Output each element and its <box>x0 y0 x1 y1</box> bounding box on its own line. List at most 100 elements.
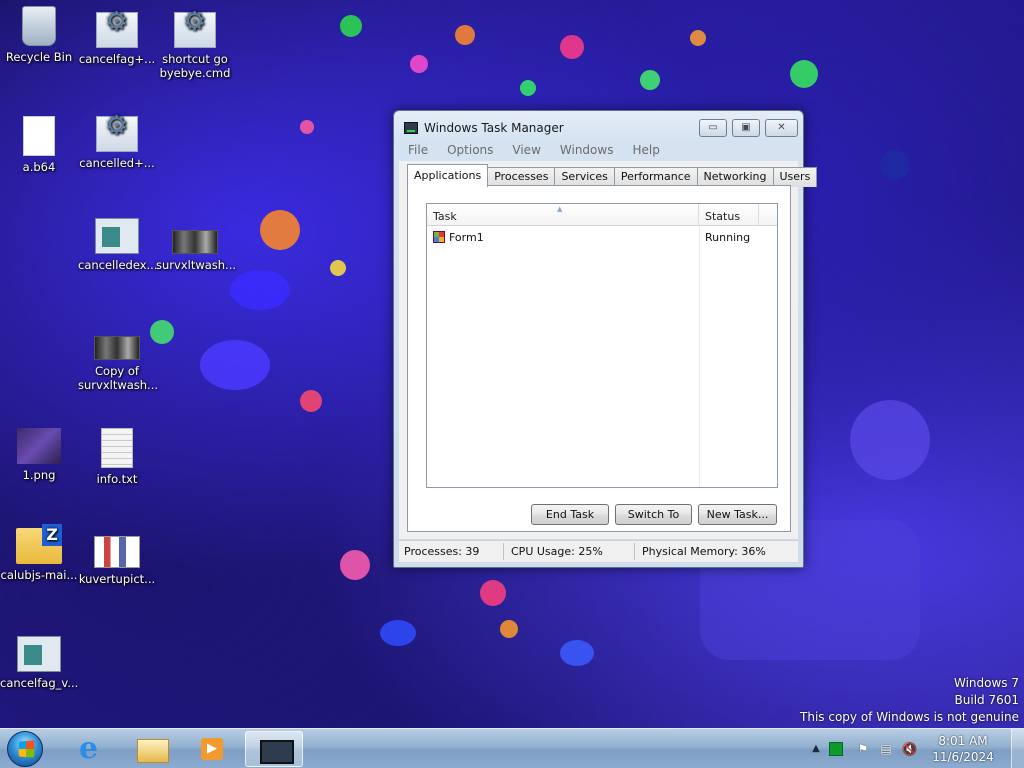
column-header-status[interactable]: Status <box>699 204 759 226</box>
applications-panel: Task ▲ Status Form1 Running End Task Swi… <box>407 185 791 532</box>
desktop-icon-label: Copy of survxltwash... <box>78 364 159 392</box>
application-window-icon <box>433 231 445 243</box>
close-button[interactable]: ✕ <box>765 119 798 137</box>
watermark-genuine-notice: This copy of Windows is not genuine <box>800 710 1019 724</box>
taskbar: ▲ ⚑ ▤ 🔇 8:01 AM 11/6/2024 <box>0 728 1024 768</box>
cpu-usage: CPU Usage: 25% <box>511 545 603 558</box>
column-divider <box>699 226 700 487</box>
desktop-icon-label: shortcut go byebye.cmd <box>159 52 231 80</box>
column-label: Task <box>433 210 457 223</box>
task-manager-window: Windows Task Manager ▭ ▣ ✕ File Options … <box>393 110 818 568</box>
end-task-button[interactable]: End Task <box>531 504 609 525</box>
process-count: Processes: 39 <box>404 545 480 558</box>
internet-explorer-icon[interactable] <box>63 731 121 767</box>
tab-processes[interactable]: Processes <box>487 167 556 187</box>
show-hidden-icons-icon[interactable]: ▲ <box>809 742 823 756</box>
desktop-icon-label: Recycle Bin <box>5 50 73 64</box>
menu-view[interactable]: View <box>502 140 549 160</box>
desktop-icon-label: a.b64 <box>22 160 56 174</box>
menu-file[interactable]: File <box>398 140 437 160</box>
menu-help[interactable]: Help <box>622 140 668 160</box>
desktop-icon-label: cancelfag_v... <box>0 676 79 690</box>
desktop-icon-calubjs-mai[interactable]: calubjs-mai... <box>0 524 78 582</box>
desktop-icon-label: info.txt <box>96 472 138 486</box>
desktop-icon-label: kuvertupict... <box>78 572 156 586</box>
list-header: Task ▲ Status <box>427 204 777 226</box>
network-icon[interactable]: ▤ <box>879 742 893 756</box>
tab-networking[interactable]: Networking <box>696 167 774 187</box>
blank-file-icon <box>23 116 55 156</box>
status-bar: Processes: 39 CPU Usage: 25% Physical Me… <box>399 540 798 562</box>
watermark-os: Windows 7 <box>953 676 1019 690</box>
watermark-build: Build 7601 <box>954 693 1019 707</box>
column-header-task[interactable]: Task ▲ <box>427 204 699 226</box>
windows-watermark: Windows 7 Build 7601 This copy of Window… <box>800 675 1019 726</box>
executable-file-icon <box>95 218 139 254</box>
desktop-icon-label: calubjs-mai... <box>0 568 78 582</box>
desktop-icon-1-png[interactable]: 1.png <box>0 428 78 482</box>
desktop-icon-label: cancelled+... <box>79 156 155 170</box>
maximize-button[interactable]: ▣ <box>732 119 760 137</box>
minimize-button[interactable]: ▭ <box>699 119 727 137</box>
list-item[interactable]: Form1 Running <box>427 228 777 246</box>
physical-memory: Physical Memory: 36% <box>642 545 766 558</box>
title-bar[interactable]: Windows Task Manager ▭ ▣ ✕ <box>394 111 803 141</box>
tab-performance[interactable]: Performance <box>613 167 698 187</box>
image-file-icon <box>17 428 61 464</box>
desktop-icon-recycle-bin[interactable]: Recycle Bin <box>0 6 78 64</box>
desktop-icon-shortcut-go-byebye[interactable]: shortcut go byebye.cmd <box>156 12 234 80</box>
desktop-icon-label: cancelfag+... <box>78 52 156 66</box>
tab-services[interactable]: Services <box>554 167 615 187</box>
tab-strip: Applications Processes Services Performa… <box>407 164 818 187</box>
desktop-icon-cancelfag[interactable]: cancelfag+... <box>78 12 156 66</box>
executable-file-icon <box>17 636 61 672</box>
media-player-icon[interactable] <box>181 731 239 767</box>
show-desktop-button[interactable] <box>1011 729 1024 768</box>
menu-bar: File Options View Windows Help <box>398 140 799 160</box>
desktop-icon-copy-of-survxltwash[interactable]: Copy of survxltwash... <box>78 324 159 392</box>
action-center-flag-icon[interactable]: ⚑ <box>856 742 870 756</box>
desktop-icon-label: 1.png <box>22 468 56 482</box>
image-thumbnail-icon <box>172 230 218 254</box>
notification-area: ▲ ⚑ ▤ 🔇 8:01 AM 11/6/2024 <box>809 729 1024 768</box>
menu-windows[interactable]: Windows <box>550 140 623 160</box>
start-button[interactable] <box>7 731 43 767</box>
desktop-icon-survxltwash[interactable]: survxltwash... <box>156 218 237 272</box>
settings-file-icon <box>96 116 138 152</box>
task-manager-taskbar-button[interactable] <box>245 731 303 767</box>
volume-muted-icon[interactable]: 🔇 <box>902 742 917 756</box>
tab-users[interactable]: Users <box>772 167 818 187</box>
clock[interactable]: 8:01 AM 11/6/2024 <box>931 733 995 765</box>
desktop-icon-cancelledex[interactable]: cancelledex... <box>78 218 158 272</box>
desktop-icon-label: survxltwash... <box>156 258 237 272</box>
clock-time: 8:01 AM <box>938 734 988 748</box>
windows-explorer-icon[interactable] <box>122 731 180 767</box>
desktop-icon-cancelled[interactable]: cancelled+... <box>78 116 156 170</box>
status-indicator-icon[interactable] <box>829 742 843 756</box>
tab-applications[interactable]: Applications <box>407 164 489 187</box>
task-status: Running <box>705 231 751 244</box>
status-divider <box>503 543 504 560</box>
desktop-icon-kuvertupict[interactable]: kuvertupict... <box>78 532 156 586</box>
task-manager-icon <box>404 122 418 134</box>
sort-ascending-icon: ▲ <box>557 205 563 213</box>
new-task-button[interactable]: New Task... <box>698 504 777 525</box>
script-file-icon <box>174 12 216 48</box>
applications-list[interactable]: Task ▲ Status Form1 Running <box>426 203 778 488</box>
clock-date: 11/6/2024 <box>932 750 994 764</box>
status-divider <box>634 543 635 560</box>
desktop-icon-a-b64[interactable]: a.b64 <box>0 116 78 174</box>
desktop-icon-label: cancelledex... <box>78 258 158 272</box>
switch-to-button[interactable]: Switch To <box>615 504 692 525</box>
image-thumbnail-icon <box>94 536 140 568</box>
menu-options[interactable]: Options <box>437 140 502 160</box>
desktop-icon-cancelfag-v[interactable]: cancelfag_v... <box>0 636 78 690</box>
zip-folder-icon <box>16 524 62 564</box>
window-title: Windows Task Manager <box>424 121 564 135</box>
settings-file-icon <box>96 12 138 48</box>
text-file-icon <box>101 428 133 468</box>
task-name: Form1 <box>449 231 484 244</box>
client-area: Applications Processes Services Performa… <box>399 161 818 539</box>
desktop-icon-info-txt[interactable]: info.txt <box>78 428 156 486</box>
recycle-bin-icon <box>22 6 56 46</box>
